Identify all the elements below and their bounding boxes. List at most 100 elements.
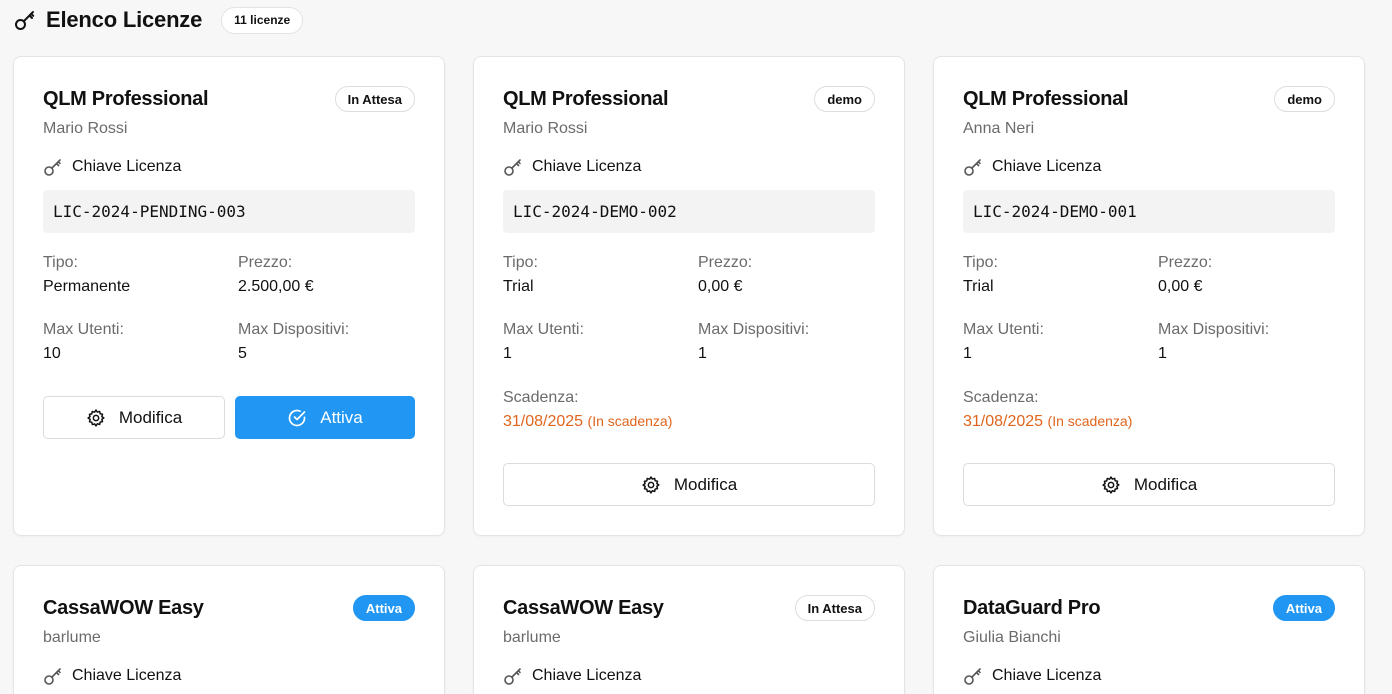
license-key-label: Chiave Licenza bbox=[72, 667, 182, 684]
edit-button[interactable]: Modifica bbox=[963, 463, 1335, 506]
price-value: 0,00 € bbox=[1158, 278, 1203, 295]
license-key-heading: Chiave Licenza bbox=[503, 157, 641, 177]
status-badge: Attiva bbox=[352, 595, 415, 621]
max-users-value: 1 bbox=[963, 345, 972, 362]
license-key-label: Chiave Licenza bbox=[532, 667, 642, 684]
status-badge: In Attesa bbox=[334, 86, 415, 112]
edit-button[interactable]: Modifica bbox=[43, 396, 225, 439]
license-card: QLM Professional In Attesa Mario Rossi C… bbox=[13, 56, 445, 536]
type-label: Tipo: bbox=[963, 254, 998, 271]
gear-icon bbox=[641, 475, 661, 495]
type-value: Permanente bbox=[43, 278, 131, 295]
price-field: Prezzo: 0,00 € bbox=[698, 254, 752, 296]
max-devices-label: Max Dispositivi: bbox=[698, 321, 810, 338]
license-key-heading: Chiave Licenza bbox=[43, 666, 181, 686]
license-key-label: Chiave Licenza bbox=[532, 158, 642, 175]
license-key-heading: Chiave Licenza bbox=[43, 157, 181, 177]
key-icon bbox=[503, 666, 523, 686]
type-value: Trial bbox=[503, 278, 534, 295]
license-card: CassaWOW Easy Attiva barlume Chiave Lice… bbox=[13, 565, 445, 694]
price-label: Prezzo: bbox=[698, 254, 753, 271]
type-value: Trial bbox=[963, 278, 994, 295]
max-users-field: Max Utenti: 1 bbox=[963, 321, 1044, 363]
price-label: Prezzo: bbox=[1158, 254, 1213, 271]
expiry-date: 31/08/2025 bbox=[503, 413, 584, 430]
license-key-label: Chiave Licenza bbox=[992, 158, 1102, 175]
max-devices-label: Max Dispositivi: bbox=[238, 321, 350, 338]
max-users-label: Max Utenti: bbox=[963, 321, 1044, 338]
license-key-value[interactable]: LIC-2024-DEMO-002 bbox=[503, 190, 875, 233]
check-circle-icon bbox=[287, 408, 307, 428]
key-icon bbox=[963, 666, 983, 686]
key-icon bbox=[14, 9, 36, 31]
activate-button-label: Attiva bbox=[320, 407, 363, 427]
status-badge: demo bbox=[814, 86, 875, 112]
expiry-field: Scadenza: 31/08/2025 (In scadenza) bbox=[963, 389, 1132, 431]
license-card: QLM Professional demo Mario Rossi Chiave… bbox=[473, 56, 905, 536]
client-name: Mario Rossi bbox=[43, 120, 128, 137]
max-devices-field: Max Dispositivi: 1 bbox=[1158, 321, 1269, 363]
key-icon bbox=[503, 157, 523, 177]
license-key-heading: Chiave Licenza bbox=[503, 666, 641, 686]
activate-button[interactable]: Attiva bbox=[235, 396, 415, 439]
status-badge: In Attesa bbox=[794, 595, 875, 621]
max-users-value: 1 bbox=[503, 345, 512, 362]
status-badge: demo bbox=[1274, 86, 1335, 112]
expiry-label: Scadenza: bbox=[503, 389, 579, 406]
expiry-warning: (In scadenza) bbox=[587, 413, 673, 429]
max-devices-field: Max Dispositivi: 5 bbox=[238, 321, 349, 363]
client-name: Anna Neri bbox=[963, 120, 1035, 137]
license-count-badge: 11 licenze bbox=[221, 6, 304, 34]
license-key-label: Chiave Licenza bbox=[992, 667, 1102, 684]
type-field: Tipo: Trial bbox=[963, 254, 998, 296]
page-title: Elenco Licenze bbox=[46, 7, 203, 32]
client-name: Mario Rossi bbox=[503, 120, 588, 137]
expiry-date: 31/08/2025 bbox=[963, 413, 1044, 430]
max-devices-value: 1 bbox=[698, 345, 707, 362]
license-key-heading: Chiave Licenza bbox=[963, 157, 1101, 177]
max-users-value: 10 bbox=[43, 345, 61, 362]
price-value: 2.500,00 € bbox=[238, 278, 314, 295]
status-badge: Attiva bbox=[1272, 595, 1335, 621]
license-key-heading: Chiave Licenza bbox=[963, 666, 1101, 686]
edit-button-label: Modifica bbox=[118, 407, 183, 427]
max-devices-label: Max Dispositivi: bbox=[1158, 321, 1270, 338]
type-label: Tipo: bbox=[503, 254, 538, 271]
price-field: Prezzo: 0,00 € bbox=[1158, 254, 1212, 296]
edit-button-label: Modifica bbox=[673, 474, 738, 494]
price-label: Prezzo: bbox=[238, 254, 293, 271]
edit-button[interactable]: Modifica bbox=[503, 463, 875, 506]
product-name: DataGuard Pro bbox=[963, 596, 1101, 619]
key-icon bbox=[43, 157, 63, 177]
max-users-field: Max Utenti: 10 bbox=[43, 321, 124, 363]
max-users-label: Max Utenti: bbox=[503, 321, 584, 338]
type-field: Tipo: Trial bbox=[503, 254, 538, 296]
price-field: Prezzo: 2.500,00 € bbox=[238, 254, 314, 296]
product-name: QLM Professional bbox=[43, 87, 209, 110]
gear-icon bbox=[1101, 475, 1121, 495]
product-name: QLM Professional bbox=[503, 87, 669, 110]
client-name: Giulia Bianchi bbox=[963, 629, 1061, 646]
product-name: CassaWOW Easy bbox=[503, 596, 664, 619]
max-devices-field: Max Dispositivi: 1 bbox=[698, 321, 809, 363]
expiry-label: Scadenza: bbox=[963, 389, 1039, 406]
price-value: 0,00 € bbox=[698, 278, 743, 295]
product-name: QLM Professional bbox=[963, 87, 1129, 110]
license-card: DataGuard Pro Attiva Giulia Bianchi Chia… bbox=[933, 565, 1365, 694]
license-key-label: Chiave Licenza bbox=[72, 158, 182, 175]
client-name: barlume bbox=[43, 629, 101, 646]
page-header: Elenco Licenze 11 licenze bbox=[14, 6, 304, 34]
license-key-value[interactable]: LIC-2024-PENDING-003 bbox=[43, 190, 415, 233]
max-devices-value: 1 bbox=[1158, 345, 1167, 362]
max-users-label: Max Utenti: bbox=[43, 321, 124, 338]
client-name: barlume bbox=[503, 629, 561, 646]
license-key-value[interactable]: LIC-2024-DEMO-001 bbox=[963, 190, 1335, 233]
gear-icon bbox=[86, 408, 106, 428]
license-card: CassaWOW Easy In Attesa barlume Chiave L… bbox=[473, 565, 905, 694]
key-icon bbox=[963, 157, 983, 177]
expiry-field: Scadenza: 31/08/2025 (In scadenza) bbox=[503, 389, 672, 431]
license-card: QLM Professional demo Anna Neri Chiave L… bbox=[933, 56, 1365, 536]
max-devices-value: 5 bbox=[238, 345, 247, 362]
type-label: Tipo: bbox=[43, 254, 78, 271]
expiry-warning: (In scadenza) bbox=[1047, 413, 1133, 429]
